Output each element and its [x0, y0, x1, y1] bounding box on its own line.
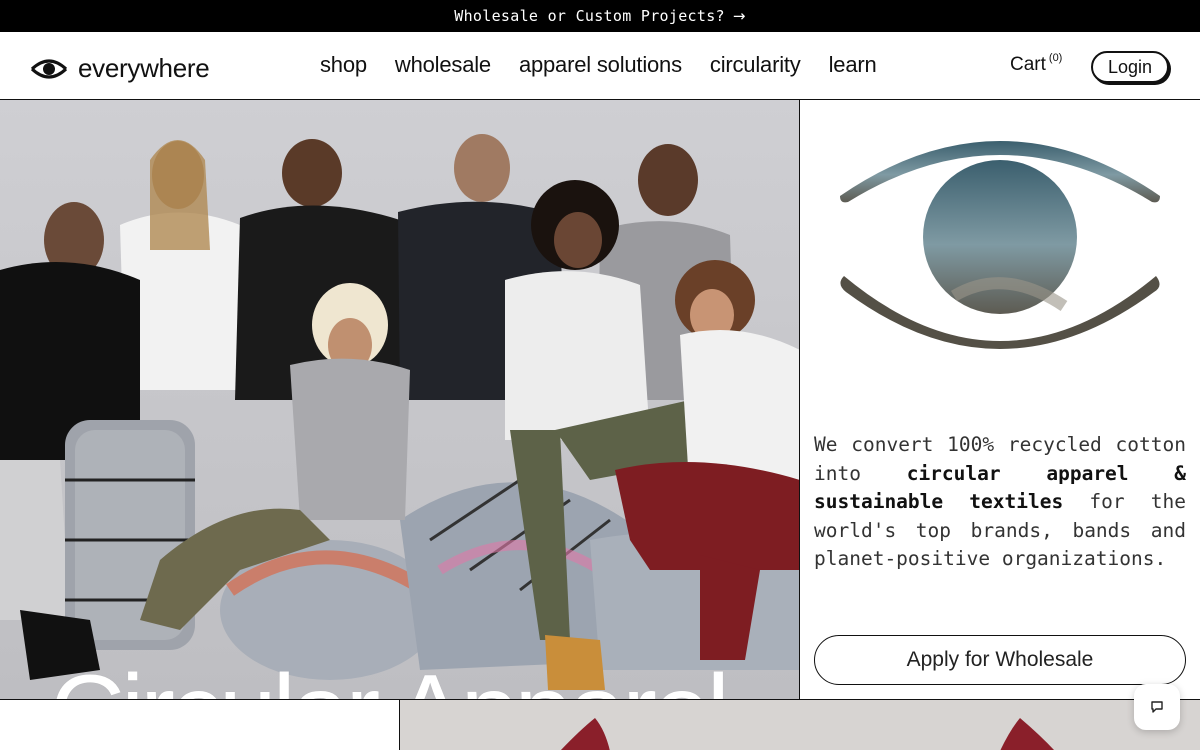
- eye-logo-icon: [30, 58, 68, 79]
- apply-wholesale-button[interactable]: Apply for Wholesale: [814, 635, 1186, 685]
- site-header: everywhere shop wholesale apparel soluti…: [0, 32, 1200, 100]
- nav-item-apparel-solutions[interactable]: apparel solutions: [519, 52, 682, 78]
- nav-item-wholesale[interactable]: wholesale: [395, 52, 491, 78]
- cart-count: (0): [1048, 52, 1063, 64]
- hero-title: Circular Apparel: [50, 660, 730, 699]
- nav-item-circularity[interactable]: circularity: [710, 52, 801, 78]
- preview-image: [400, 700, 1200, 750]
- chat-widget-button[interactable]: [1134, 684, 1180, 730]
- announcement-text[interactable]: Wholesale or Custom Projects?: [454, 7, 725, 25]
- brand-wordmark: everywhere: [78, 53, 210, 83]
- preview-right-cell: [400, 700, 1200, 750]
- nav-item-shop[interactable]: shop: [320, 52, 367, 78]
- login-button[interactable]: Login: [1091, 51, 1169, 83]
- cart-label: Cart: [1010, 54, 1046, 75]
- nav-item-learn[interactable]: learn: [829, 52, 877, 78]
- preview-left-cell: [0, 700, 400, 750]
- intro-panel: We convert 100% recycled cotton into cir…: [800, 100, 1200, 699]
- cart-link[interactable]: Cart (0): [1010, 52, 1063, 76]
- main-nav: shop wholesale apparel solutions circula…: [320, 52, 877, 78]
- chat-bubble-icon: [1151, 701, 1163, 713]
- hero-photo-illustration: [0, 100, 799, 699]
- next-section-preview: [0, 699, 1200, 750]
- logo[interactable]: everywhere: [30, 53, 210, 84]
- eye-graphic-icon: [840, 141, 1160, 349]
- intro-description: We convert 100% recycled cotton into cir…: [814, 431, 1186, 574]
- hero-image: Circular Apparel: [0, 100, 800, 699]
- announcement-bar[interactable]: Wholesale or Custom Projects? →: [0, 0, 1200, 32]
- arrow-right-icon: →: [732, 7, 746, 25]
